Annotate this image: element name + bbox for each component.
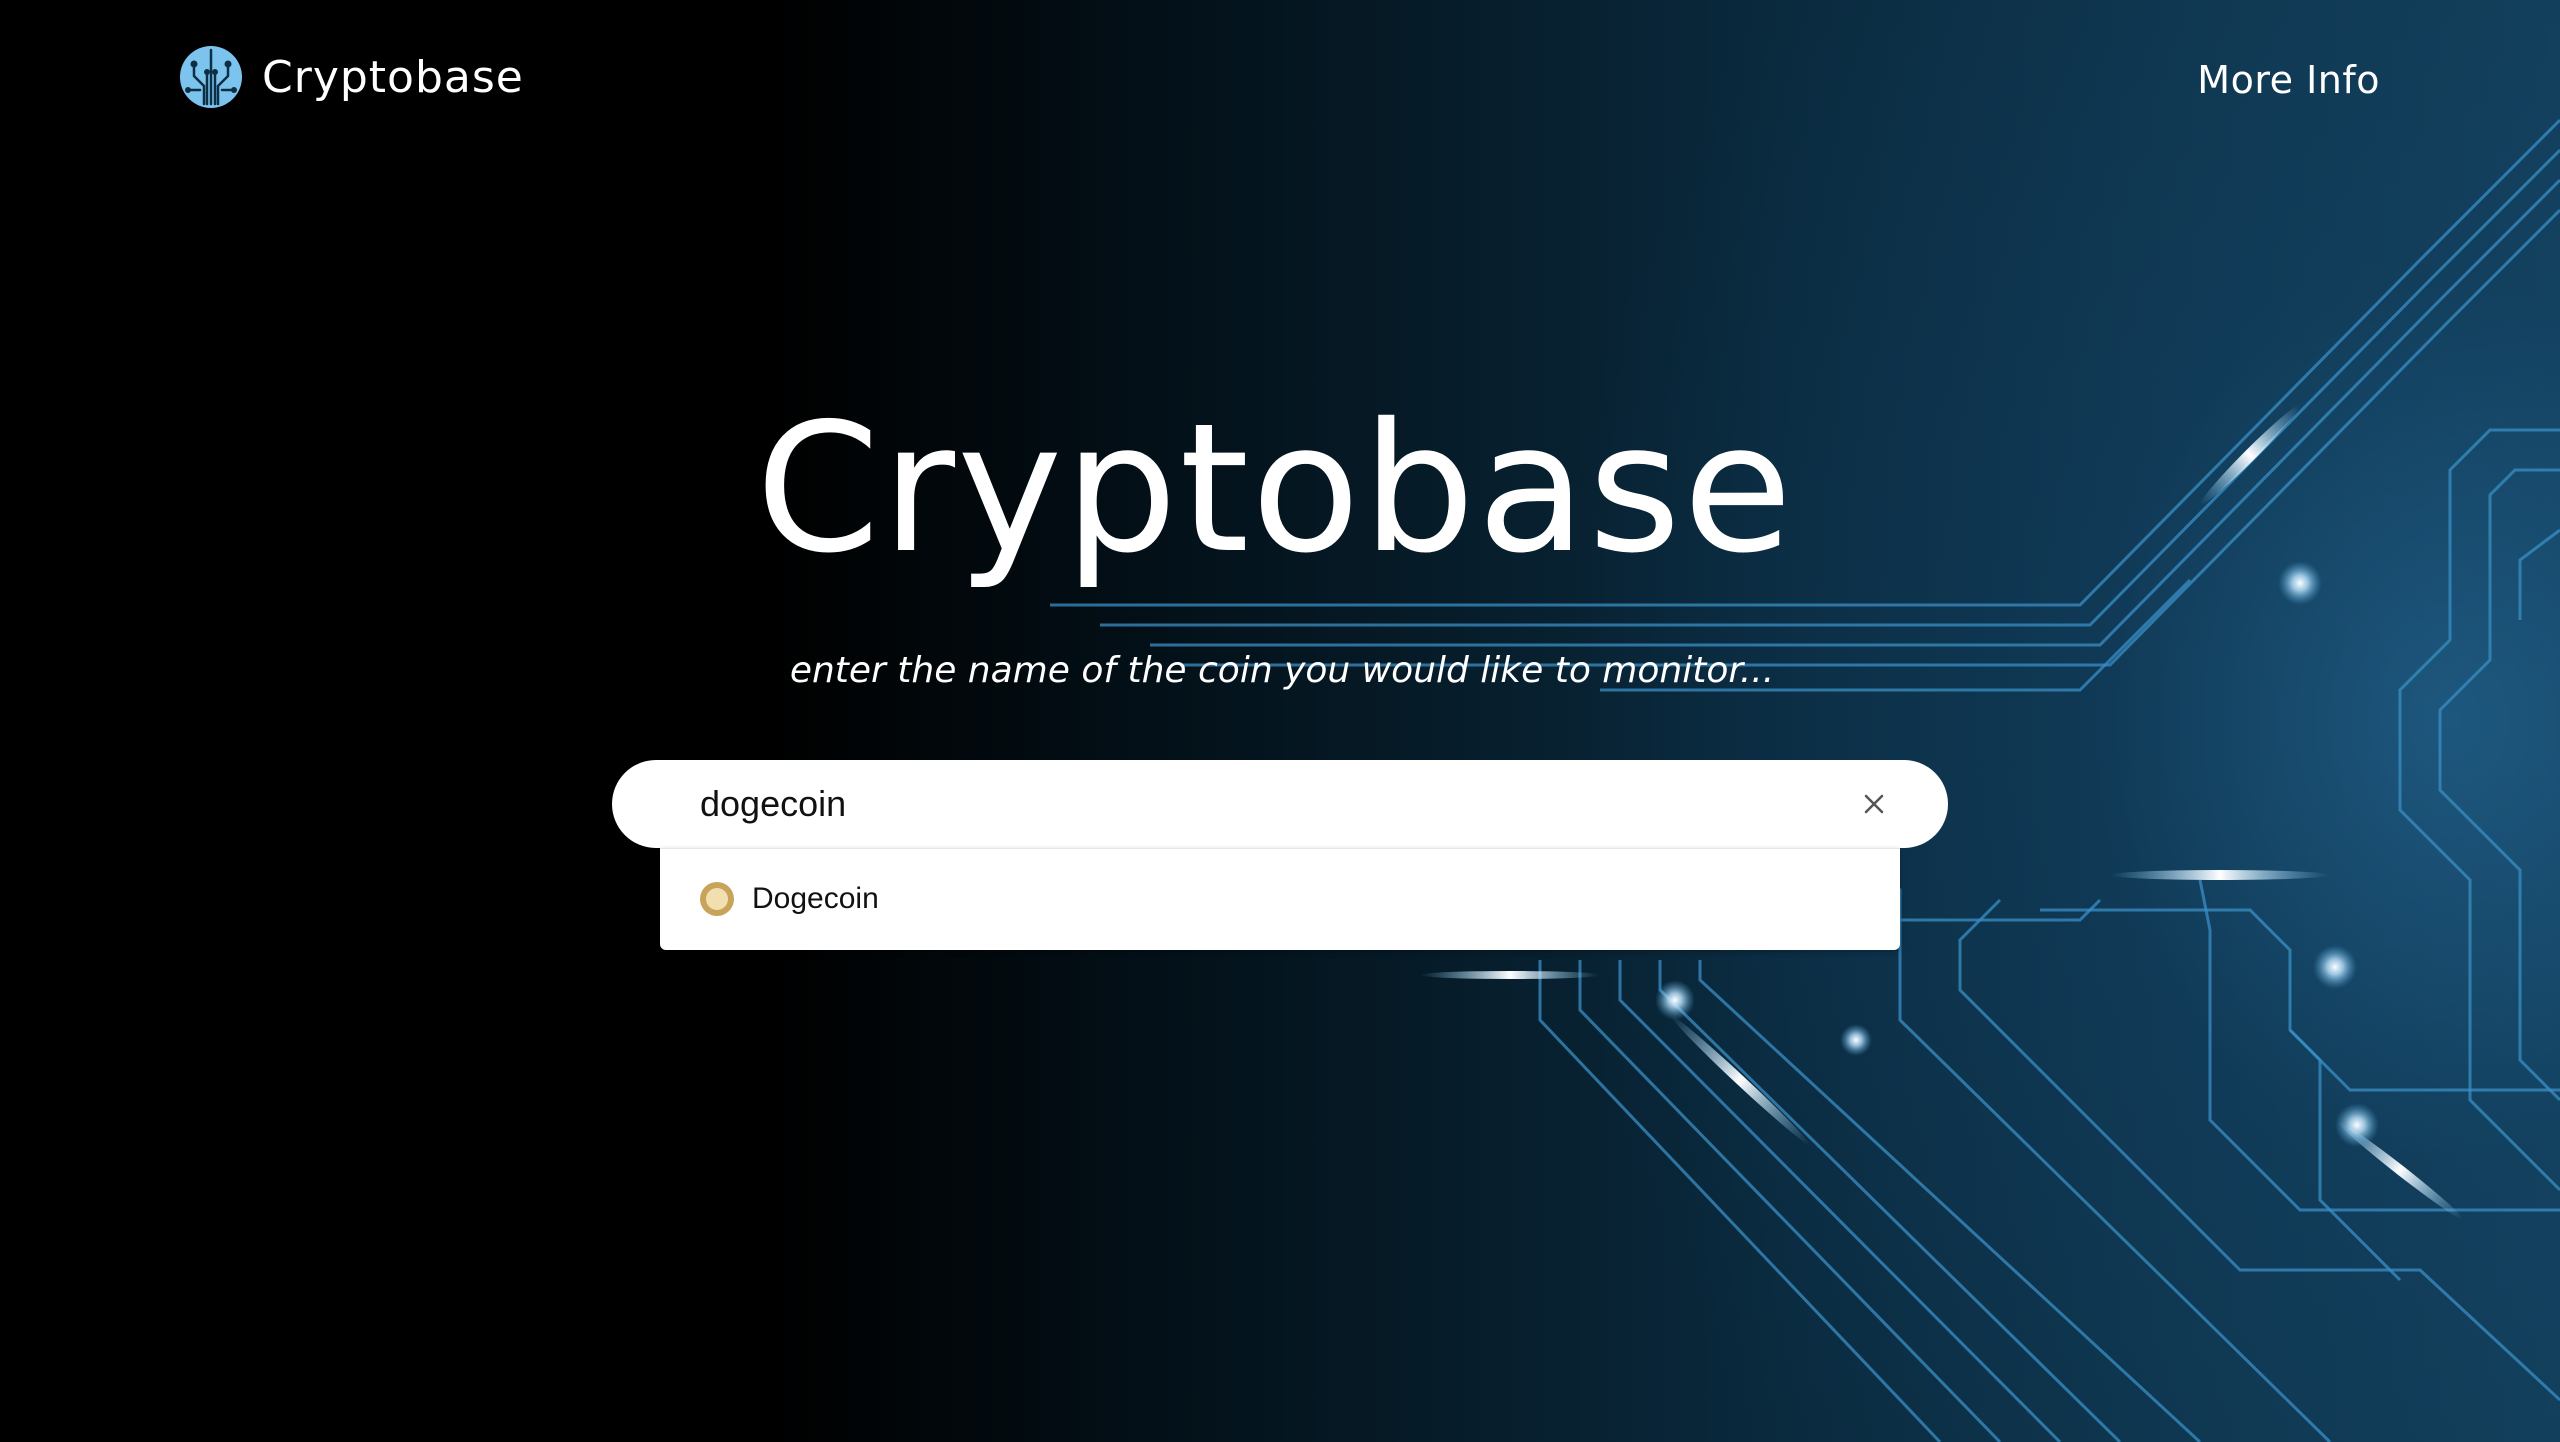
dogecoin-icon <box>700 882 734 916</box>
brand-name: Cryptobase <box>262 51 524 103</box>
clear-search-button[interactable] <box>1850 780 1898 828</box>
suggestion-label: Dogecoin <box>752 882 879 915</box>
hero-title: Cryptobase <box>755 385 1795 592</box>
hero-subtitle: enter the name of the coin you would lik… <box>789 650 1775 691</box>
search-bar <box>612 760 1948 848</box>
search-input[interactable] <box>700 774 1850 834</box>
brand[interactable]: Cryptobase <box>180 46 524 108</box>
circuit-brain-icon <box>180 46 242 108</box>
more-info-link[interactable]: More Info <box>2197 58 2380 102</box>
search-suggestions: Dogecoin <box>660 848 1900 950</box>
circuit-background-graphic <box>1050 118 2560 1442</box>
suggestion-item[interactable]: Dogecoin <box>660 849 1900 949</box>
close-icon <box>1864 794 1884 814</box>
